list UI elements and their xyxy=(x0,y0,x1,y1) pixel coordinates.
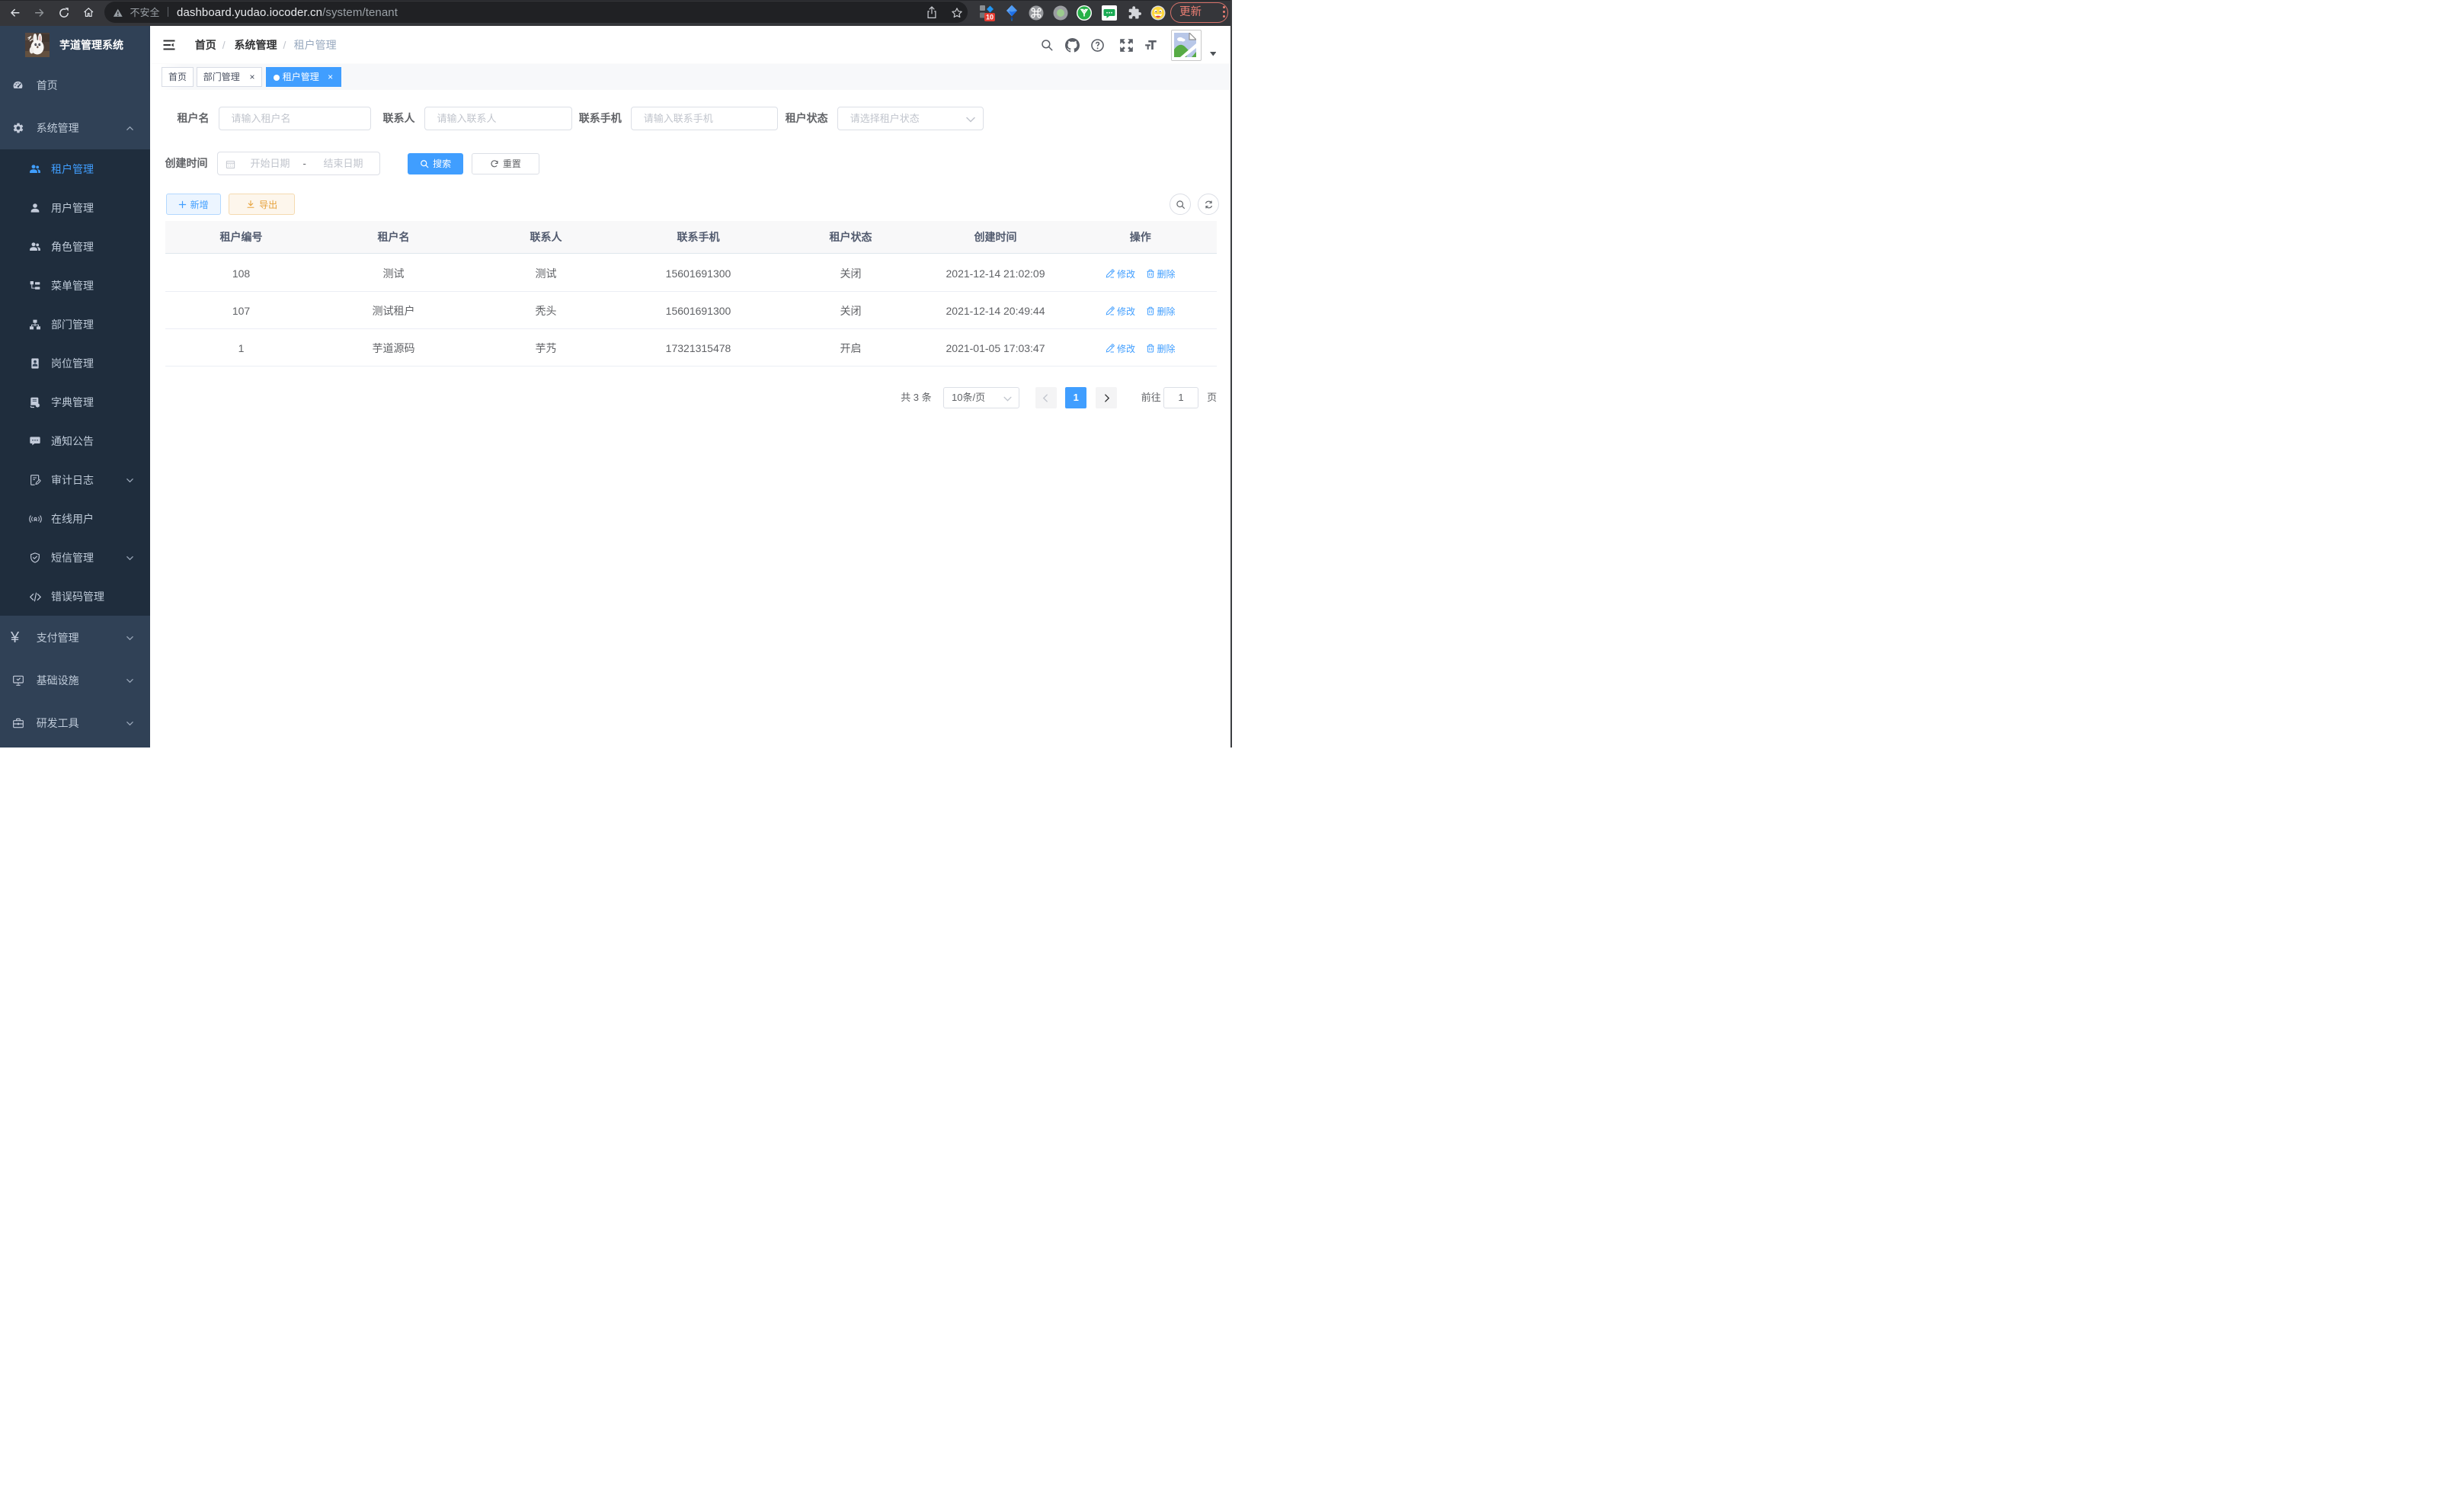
svg-text:10: 10 xyxy=(986,14,994,21)
